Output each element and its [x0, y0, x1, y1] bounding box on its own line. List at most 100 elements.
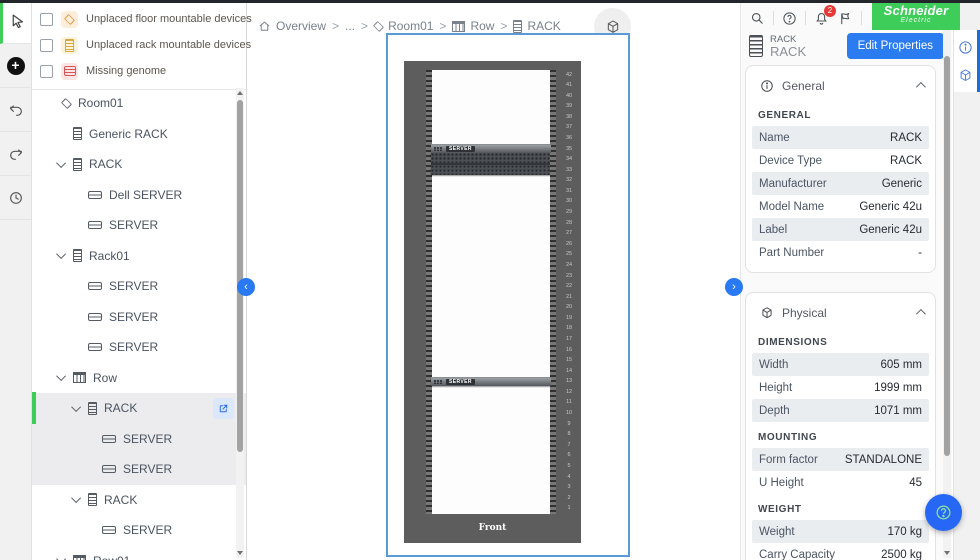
- tree-scrollbar-thumb[interactable]: [237, 100, 243, 452]
- properties-scrollbar[interactable]: [943, 30, 951, 558]
- feedback-flag-icon[interactable]: [837, 10, 854, 27]
- u-position-number: 6: [560, 451, 578, 462]
- section-header[interactable]: General: [746, 66, 935, 100]
- u-position-number: 18: [560, 324, 578, 335]
- chevron-down-icon[interactable]: [56, 371, 66, 381]
- tree-item-server[interactable]: SERVER: [32, 332, 246, 363]
- history-button[interactable]: [0, 176, 31, 220]
- add-device-button[interactable]: +: [0, 44, 31, 88]
- rack-device-server[interactable]: SERVER: [431, 377, 551, 387]
- property-row: Width605 mm: [752, 353, 929, 376]
- section-card-general: GeneralGENERALNameRACKDevice TypeRACKMan…: [745, 65, 936, 273]
- floor-canvas[interactable]: Overview>...>Room01>Row>RACK SERVERSERVE…: [248, 0, 740, 560]
- tree-item-rack[interactable]: RACK: [32, 149, 246, 180]
- breadcrumb-item[interactable]: Room01: [374, 19, 433, 33]
- u-position-number: 12: [560, 387, 578, 398]
- floor-icon: [61, 98, 72, 109]
- section-shortcut-rail: [954, 30, 980, 92]
- u-position-number: 11: [560, 398, 578, 409]
- breadcrumb: Overview>...>Room01>Row>RACK: [258, 19, 561, 33]
- tree-item-server[interactable]: SERVER: [32, 515, 246, 546]
- expand-right-panel-button[interactable]: ›: [725, 278, 743, 296]
- chevron-down-icon[interactable]: [56, 554, 66, 560]
- property-label: Depth: [759, 405, 790, 417]
- chevron-down-icon[interactable]: [71, 493, 81, 503]
- breadcrumb-item[interactable]: RACK: [513, 19, 560, 33]
- properties-scrollbar-thumb[interactable]: [944, 56, 950, 456]
- tree-item-server[interactable]: SERVER: [32, 424, 246, 455]
- u-position-number: 14: [560, 366, 578, 377]
- property-label: Height: [759, 382, 792, 394]
- property-value: 45: [909, 477, 922, 489]
- collapse-section-chevron-icon[interactable]: [916, 82, 926, 92]
- tree-item-row01[interactable]: Row01: [32, 546, 246, 560]
- redo-button[interactable]: [0, 132, 31, 176]
- scroll-down-arrow-icon[interactable]: [944, 551, 950, 555]
- chevron-down-icon[interactable]: [71, 402, 81, 412]
- tree-item-server[interactable]: SERVER: [32, 210, 246, 241]
- u-position-number: 38: [560, 112, 578, 123]
- breadcrumb-item[interactable]: Overview: [258, 19, 326, 33]
- collapse-section-chevron-icon[interactable]: [916, 309, 926, 319]
- edit-properties-button[interactable]: Edit Properties: [847, 33, 944, 59]
- tree-scrollbar[interactable]: [236, 88, 244, 558]
- legend-item: Missing genome: [32, 58, 246, 84]
- assistant-floating-button[interactable]: [925, 494, 962, 531]
- select-tool-button[interactable]: [0, 0, 31, 44]
- tree-item-rack01[interactable]: Rack01: [32, 241, 246, 272]
- property-group-heading: MOUNTING: [758, 432, 923, 443]
- section-header[interactable]: Physical: [746, 293, 935, 327]
- tree-item-rack[interactable]: RACK: [32, 485, 246, 516]
- help-icon[interactable]: [781, 10, 798, 27]
- floor-icon: [373, 21, 384, 32]
- general-section-shortcut-info-icon[interactable]: [957, 39, 974, 56]
- u-position-number: 16: [560, 345, 578, 356]
- u-position-number: 17: [560, 334, 578, 345]
- property-value: RACK: [890, 155, 922, 167]
- schneider-electric-logo[interactable]: Schneider Electric: [872, 0, 960, 30]
- u-position-ruler: 4241403938373635343332313029282726252423…: [560, 70, 578, 514]
- tree-item-dell-server[interactable]: Dell SERVER: [32, 180, 246, 211]
- u-position-number: 19: [560, 313, 578, 324]
- search-icon[interactable]: [749, 10, 766, 27]
- scroll-down-arrow-icon[interactable]: [237, 551, 243, 555]
- scroll-up-arrow-icon[interactable]: [237, 91, 243, 95]
- u-position-number: 29: [560, 208, 578, 219]
- property-row: Depth1071 mm: [752, 399, 929, 422]
- device-tree-panel: Unplaced floor mountable devicesUnplaced…: [32, 0, 247, 560]
- tree-item-rack[interactable]: RACK: [32, 393, 246, 424]
- u-position-number: 22: [560, 282, 578, 293]
- notifications-bell-icon[interactable]: 2: [813, 10, 830, 27]
- legend-label: Unplaced rack mountable devices: [86, 39, 251, 51]
- tree-item-generic-rack[interactable]: Generic RACK: [32, 119, 246, 150]
- chevron-down-icon[interactable]: [56, 158, 66, 168]
- breadcrumb-item[interactable]: Row: [452, 19, 494, 33]
- physical-section-shortcut-cube-icon[interactable]: [957, 67, 974, 84]
- rack-mount-area[interactable]: SERVER SERVER: [426, 70, 556, 514]
- tree-item-label: SERVER: [109, 218, 158, 232]
- legend-checkbox[interactable]: [40, 65, 53, 78]
- tree-item-server[interactable]: SERVER: [32, 271, 246, 302]
- breadcrumb-item[interactable]: ...: [345, 19, 355, 33]
- undo-button[interactable]: [0, 88, 31, 132]
- collapse-left-panel-button[interactable]: ‹: [237, 278, 255, 296]
- row-icon: [452, 21, 465, 32]
- rack-device-server[interactable]: SERVER: [431, 144, 551, 175]
- breadcrumb-label: Room01: [388, 19, 433, 33]
- tree-item-server[interactable]: SERVER: [32, 454, 246, 485]
- legend-checkbox[interactable]: [40, 39, 53, 52]
- rack-front-view[interactable]: SERVER SERVER 424140393837363534333231302…: [404, 61, 581, 543]
- icon-divider: [861, 11, 862, 25]
- property-value: Generic 42u: [859, 201, 922, 213]
- tree-item-row[interactable]: Row: [32, 363, 246, 394]
- legend-checkbox[interactable]: [40, 13, 53, 26]
- property-value: RACK: [890, 132, 922, 144]
- device-bezel: SERVER: [431, 145, 551, 153]
- open-external-button[interactable]: [213, 398, 234, 419]
- tree-item-room01[interactable]: Room01: [32, 88, 246, 119]
- property-label: Part Number: [759, 247, 824, 259]
- chevron-down-icon[interactable]: [56, 249, 66, 259]
- tree-item-label: RACK: [89, 157, 122, 171]
- rack-selection-box[interactable]: SERVER SERVER 424140393837363534333231302…: [386, 33, 630, 557]
- tree-item-server[interactable]: SERVER: [32, 302, 246, 333]
